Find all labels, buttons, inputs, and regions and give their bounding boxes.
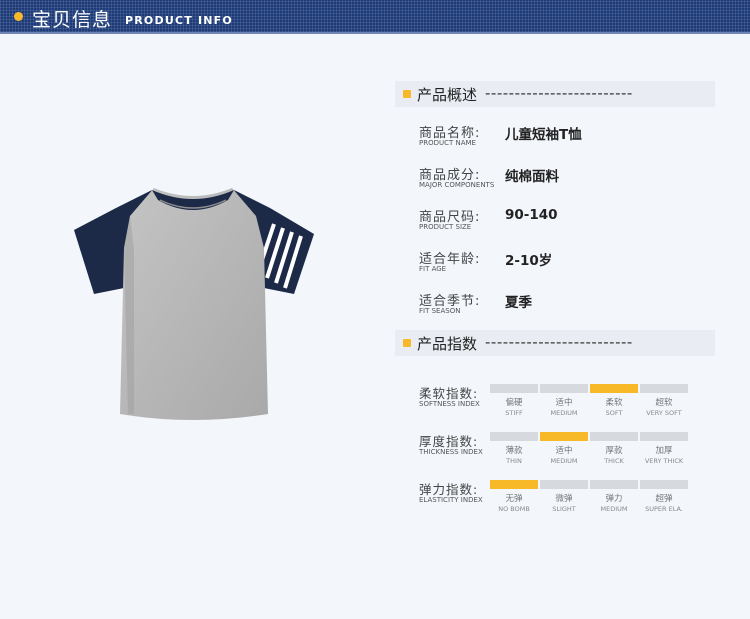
level-label: 无弹 bbox=[505, 494, 523, 504]
index-row: 柔软指数: SOFTNESS INDEX 偏硬 STIFF 适中 MEDIUM 柔软 SOFT… bbox=[419, 384, 719, 424]
info-label-en: MAJOR COMPONENTS bbox=[419, 181, 495, 189]
level-label-en: MEDIUM bbox=[550, 457, 578, 465]
product-image bbox=[74, 188, 314, 420]
info-row: 商品成分: MAJOR COMPONENTS 纯棉面料 bbox=[419, 164, 719, 198]
bullet-icon bbox=[403, 90, 411, 98]
info-row: 商品尺码: PRODUCT SIZE 90-140 bbox=[419, 206, 719, 240]
index-level: 无弹 NO BOMB bbox=[490, 480, 538, 513]
level-label: 偏硬 bbox=[505, 398, 523, 408]
level-label-en: SLIGHT bbox=[552, 505, 576, 513]
level-bar bbox=[640, 480, 688, 489]
index-label-en: SOFTNESS INDEX bbox=[419, 400, 480, 408]
level-bar bbox=[540, 384, 588, 393]
level-bar bbox=[590, 432, 638, 441]
info-value: 夏季 bbox=[505, 295, 532, 311]
level-bar bbox=[640, 384, 688, 393]
index-section-header: 产品指数 ------------------------- bbox=[395, 330, 715, 356]
info-label-en: PRODUCT SIZE bbox=[419, 223, 472, 231]
level-label-en: NO BOMB bbox=[498, 505, 530, 513]
info-value: 2-10岁 bbox=[505, 253, 553, 269]
level-label: 弹力 bbox=[605, 494, 623, 504]
level-label-en: VERY THICK bbox=[644, 457, 684, 465]
index-scale: 薄款 THIN 适中 MEDIUM 厚款 THICK 加厚 VERY THICK bbox=[490, 432, 690, 472]
index-level: 适中 MEDIUM bbox=[540, 432, 588, 465]
level-label-en: SOFT bbox=[605, 409, 623, 417]
level-bar-selected bbox=[490, 480, 538, 489]
level-bar-selected bbox=[590, 384, 638, 393]
level-label: 厚款 bbox=[605, 446, 623, 456]
level-bar-selected bbox=[540, 432, 588, 441]
section-header: 宝贝信息 PRODUCT INFO bbox=[0, 0, 750, 34]
header-title: 宝贝信息 bbox=[32, 9, 113, 31]
index-level: 加厚 VERY THICK bbox=[640, 432, 688, 465]
bullet-icon bbox=[403, 339, 411, 347]
level-label: 适中 bbox=[555, 446, 573, 456]
info-label-en: PRODUCT NAME bbox=[419, 139, 476, 147]
level-label-en: THIN bbox=[506, 457, 522, 465]
divider-dashes: ------------------------- bbox=[485, 333, 633, 351]
info-value: 儿童短袖T恤 bbox=[505, 127, 582, 143]
index-title: 产品指数 bbox=[417, 335, 478, 353]
header-subtitle: PRODUCT INFO bbox=[125, 14, 233, 27]
index-level: 弹力 MEDIUM bbox=[590, 480, 638, 513]
level-label-en: SUPER ELA. bbox=[645, 505, 683, 513]
index-level: 超软 VERY SOFT bbox=[640, 384, 688, 417]
index-row: 弹力指数: ELASTICITY INDEX 无弹 NO BOMB 微弹 SLIGHT 弹力… bbox=[419, 480, 719, 520]
index-level: 适中 MEDIUM bbox=[540, 384, 588, 417]
level-label: 微弹 bbox=[555, 494, 573, 504]
index-level: 微弹 SLIGHT bbox=[540, 480, 588, 513]
level-label: 柔软 bbox=[605, 398, 623, 408]
level-label: 适中 bbox=[555, 398, 573, 408]
index-level: 厚款 THICK bbox=[590, 432, 638, 465]
divider-dashes: ------------------------- bbox=[485, 84, 633, 102]
level-bar bbox=[640, 432, 688, 441]
level-label: 薄款 bbox=[505, 446, 523, 456]
index-label-en: ELASTICITY INDEX bbox=[419, 496, 483, 504]
level-label-en: STIFF bbox=[505, 409, 523, 417]
info-row: 适合季节: FIT SEASON 夏季 bbox=[419, 290, 719, 324]
level-label-en: MEDIUM bbox=[550, 409, 578, 417]
info-row: 商品名称: PRODUCT NAME 儿童短袖T恤 bbox=[419, 122, 719, 156]
level-bar bbox=[540, 480, 588, 489]
index-scale: 偏硬 STIFF 适中 MEDIUM 柔软 SOFT 超软 VERY SOFT bbox=[490, 384, 690, 424]
info-row: 适合年龄: FIT AGE 2-10岁 bbox=[419, 248, 719, 282]
level-label: 超弹 bbox=[655, 494, 673, 504]
index-level: 偏硬 STIFF bbox=[490, 384, 538, 417]
level-label: 加厚 bbox=[655, 446, 673, 456]
info-value: 纯棉面料 bbox=[505, 169, 559, 185]
info-label-en: FIT AGE bbox=[419, 265, 447, 273]
bullet-icon bbox=[14, 12, 23, 21]
overview-section-header: 产品概述 ------------------------- bbox=[395, 81, 715, 107]
level-bar bbox=[590, 480, 638, 489]
level-label-en: THICK bbox=[604, 457, 624, 465]
level-label: 超软 bbox=[655, 398, 673, 408]
index-level: 柔软 SOFT bbox=[590, 384, 638, 417]
overview-title: 产品概述 bbox=[417, 86, 478, 104]
info-label-en: FIT SEASON bbox=[419, 307, 461, 315]
index-level: 超弹 SUPER ELA. bbox=[640, 480, 688, 513]
info-value: 90-140 bbox=[505, 207, 558, 223]
index-label-en: THICKNESS INDEX bbox=[419, 448, 483, 456]
index-scale: 无弹 NO BOMB 微弹 SLIGHT 弹力 MEDIUM 超弹 SUPER ELA. bbox=[490, 480, 690, 520]
level-bar bbox=[490, 432, 538, 441]
level-bar bbox=[490, 384, 538, 393]
index-row: 厚度指数: THICKNESS INDEX 薄款 THIN 适中 MEDIUM 厚款 THIC… bbox=[419, 432, 719, 472]
level-label-en: VERY SOFT bbox=[646, 409, 682, 417]
level-label-en: MEDIUM bbox=[600, 505, 628, 513]
index-level: 薄款 THIN bbox=[490, 432, 538, 465]
